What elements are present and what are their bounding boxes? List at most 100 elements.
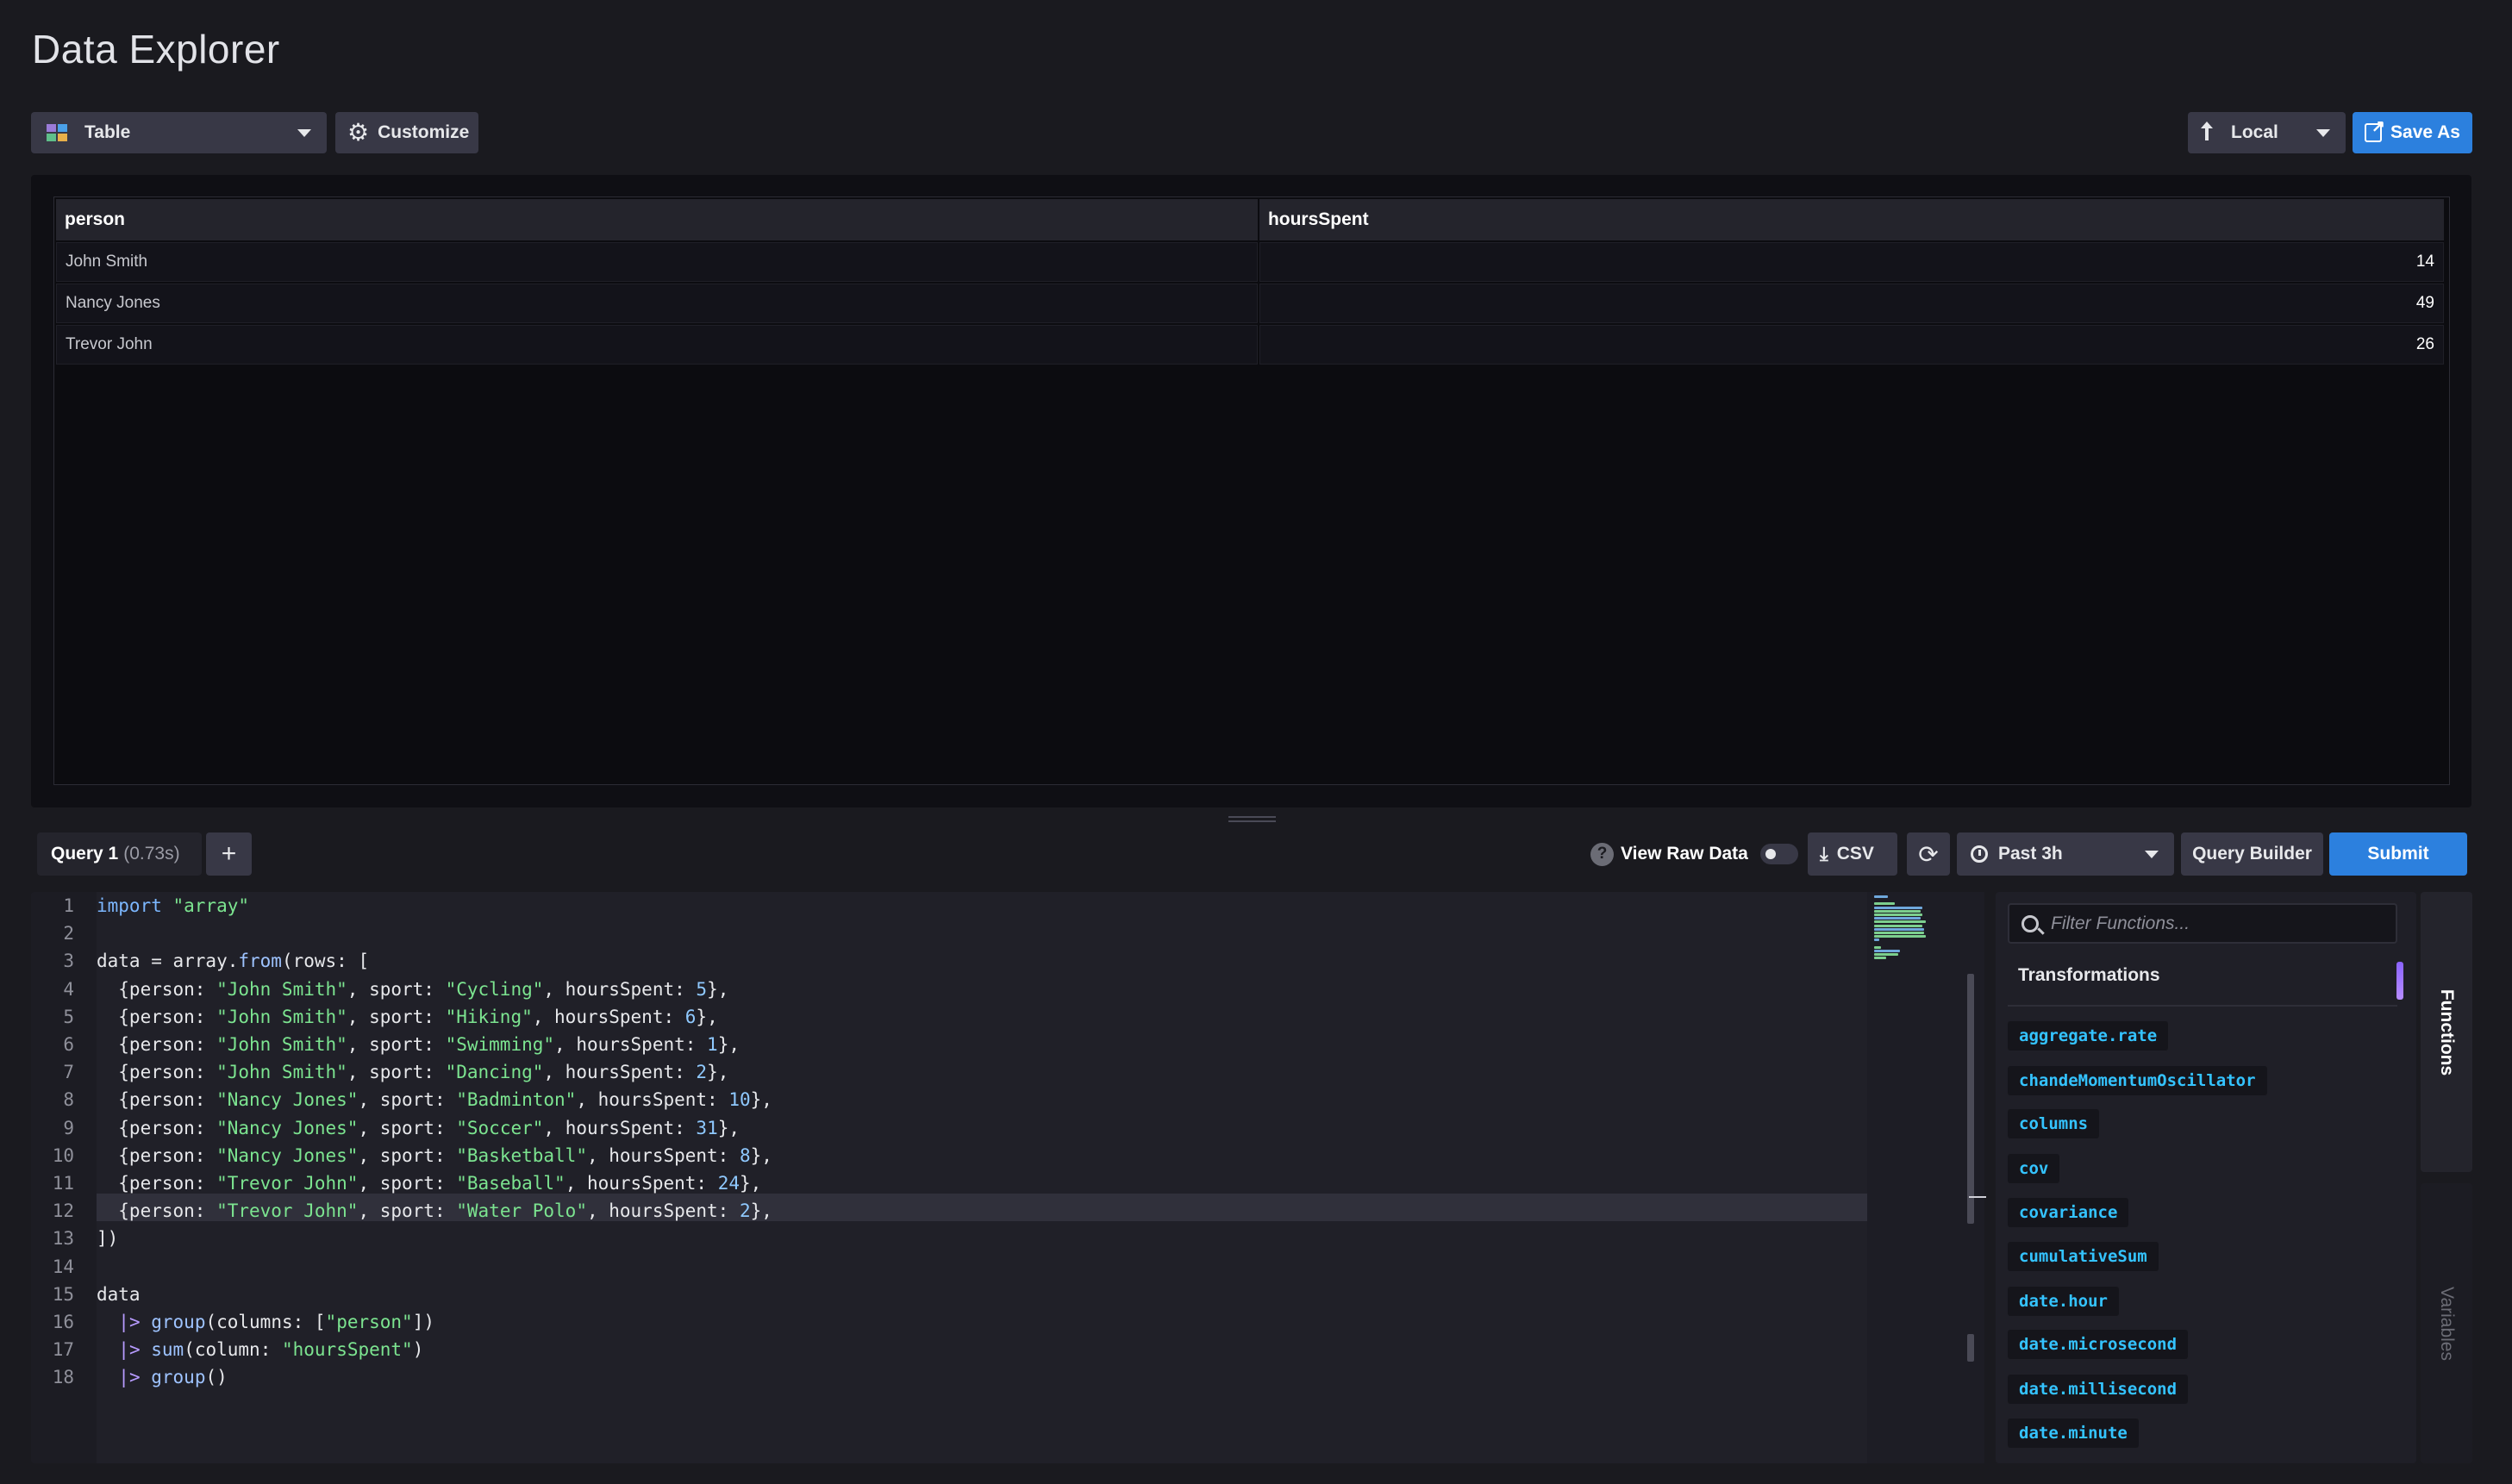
line-number: 1 <box>63 895 74 916</box>
query-builder-button[interactable]: Query Builder <box>2181 832 2323 876</box>
search-icon <box>2021 914 2039 932</box>
raw-data-toggle[interactable] <box>1759 844 1798 864</box>
filter-functions-search[interactable] <box>2008 903 2397 944</box>
minimap-line <box>1874 932 1924 934</box>
line-number: 6 <box>63 1034 74 1055</box>
line-number: 8 <box>63 1089 74 1111</box>
code-line[interactable]: |> group() <box>97 1367 227 1387</box>
line-number: 12 <box>52 1200 74 1222</box>
chevron-down-icon <box>2316 129 2330 137</box>
line-number: 2 <box>63 923 74 945</box>
line-number: 4 <box>63 978 74 1000</box>
table-icon <box>47 124 67 141</box>
minimap-line <box>1874 913 1922 916</box>
visualization-type-dropdown[interactable]: Table <box>31 112 327 153</box>
csv-download-button[interactable]: ⤓ CSV <box>1808 832 1897 876</box>
help-icon[interactable]: ? <box>1590 842 1614 866</box>
editor-scrollbar-thumb[interactable] <box>1967 1334 1974 1362</box>
view-raw-data-control[interactable]: ? View Raw Data <box>1590 841 1798 867</box>
minimap-line <box>1874 953 1898 957</box>
function-item[interactable]: cumulativeSum <box>2008 1242 2159 1271</box>
minimap-line <box>1874 909 1921 913</box>
line-number: 11 <box>52 1173 74 1194</box>
customize-button[interactable]: ⚙ Customize <box>335 112 478 153</box>
column-header-hours-spent[interactable]: hoursSpent <box>1259 199 2444 240</box>
result-table: person hoursSpent John Smith 14 Nancy Jo… <box>53 196 2450 785</box>
code-line[interactable]: {person: "John Smith", sport: "Swimming"… <box>97 1034 740 1055</box>
save-as-button[interactable]: Save As <box>2353 112 2472 153</box>
table-row: Nancy Jones 49 <box>56 284 2444 323</box>
export-icon <box>2365 116 2385 142</box>
function-item[interactable]: date.hour <box>2008 1287 2119 1316</box>
code-line[interactable]: |> group(columns: ["person"]) <box>97 1312 434 1332</box>
code-line[interactable]: data <box>97 1284 141 1305</box>
function-item[interactable]: aggregate.rate <box>2008 1021 2169 1051</box>
tab-variables[interactable]: Variables <box>2421 1183 2472 1463</box>
minimap-line <box>1874 924 1922 927</box>
line-number: 18 <box>52 1367 74 1388</box>
query-tab-name: Query 1 <box>51 844 119 864</box>
gear-icon: ⚙ <box>347 119 370 146</box>
minimap-line <box>1874 920 1926 924</box>
minimap-line <box>1874 935 1926 938</box>
clock-icon <box>1971 845 1988 863</box>
code-line[interactable]: import "array" <box>97 895 249 916</box>
table-cell: 26 <box>1259 325 2444 365</box>
tab-variables-label: Variables <box>2437 1286 2457 1361</box>
code-line[interactable]: ]) <box>97 1228 118 1249</box>
chevron-down-icon <box>297 129 311 137</box>
code-line[interactable]: {person: "Nancy Jones", sport: "Badminto… <box>97 1089 772 1110</box>
table-cell: 49 <box>1259 284 2444 323</box>
code-line[interactable]: {person: "John Smith", sport: "Hiking", … <box>97 1007 717 1027</box>
function-item[interactable]: columns <box>2008 1109 2100 1138</box>
code-line[interactable]: {person: "Trevor John", sport: "Water Po… <box>97 1200 772 1221</box>
code-editor[interactable]: 1 import "array" 2 3 data = array.from(rows:… <box>31 892 1984 1463</box>
view-raw-data-label: View Raw Data <box>1621 844 1748 864</box>
line-number: 5 <box>63 1006 74 1027</box>
submit-button[interactable]: Submit <box>2329 832 2467 876</box>
query-tab-time: (0.73s) <box>123 844 180 864</box>
function-item[interactable]: date.microsecond <box>2008 1330 2189 1359</box>
customize-label: Customize <box>378 122 470 142</box>
timezone-dropdown[interactable]: Local <box>2188 112 2346 153</box>
table-cell: John Smith <box>56 242 1258 282</box>
table-row: John Smith 14 <box>56 242 2444 282</box>
editor-scrollbar[interactable] <box>1967 974 1974 1224</box>
line-number: 9 <box>63 1117 74 1138</box>
minimap-line <box>1874 906 1922 909</box>
code-line[interactable]: {person: "Nancy Jones", sport: "Basketba… <box>97 1145 772 1166</box>
table-row: Trevor John 26 <box>56 325 2444 365</box>
function-item[interactable]: covariance <box>2008 1198 2129 1227</box>
csv-label: CSV <box>1836 844 1874 864</box>
download-icon: ⤓ <box>1820 843 1828 864</box>
line-number: 14 <box>52 1256 74 1277</box>
code-line[interactable]: {person: "John Smith", sport: "Cycling",… <box>97 979 728 1000</box>
column-header-person[interactable]: person <box>56 199 1258 240</box>
line-number: 15 <box>52 1283 74 1305</box>
arrow-up-icon <box>2201 122 2213 140</box>
code-line[interactable]: data = array.from(rows: [ <box>97 951 369 971</box>
code-line[interactable]: {person: "Nancy Jones", sport: "Soccer",… <box>97 1118 740 1138</box>
refresh-button[interactable]: ⟳ <box>1907 832 1950 876</box>
panel-resize-handle[interactable] <box>1228 816 1276 822</box>
side-tabs: Functions Variables <box>2421 892 2472 1463</box>
code-line[interactable]: {person: "John Smith", sport: "Dancing",… <box>97 1062 728 1082</box>
functions-scrollbar[interactable] <box>2396 962 2403 1000</box>
function-item[interactable]: date.millisecond <box>2008 1375 2189 1404</box>
minimap-line <box>1874 917 1921 920</box>
line-number: 3 <box>63 951 74 972</box>
add-query-button[interactable]: + <box>206 832 252 876</box>
function-item[interactable]: cov <box>2008 1154 2060 1183</box>
table-cell: Nancy Jones <box>56 284 1258 323</box>
tab-functions[interactable]: Functions <box>2421 892 2472 1172</box>
query-tab[interactable]: Query 1 (0.73s) <box>37 832 202 876</box>
table-cell: 14 <box>1259 242 2444 282</box>
code-line[interactable]: {person: "Trevor John", sport: "Baseball… <box>97 1173 761 1194</box>
code-line[interactable]: |> sum(column: "hoursSpent") <box>97 1339 423 1360</box>
function-item[interactable]: chandeMomentumOscillator <box>2008 1066 2267 1095</box>
minimap-line <box>1874 938 1879 942</box>
function-item[interactable]: date.minute <box>2008 1419 2139 1448</box>
time-range-dropdown[interactable]: Past 3h <box>1957 832 2174 876</box>
filter-functions-input[interactable] <box>2051 913 2378 934</box>
refresh-icon: ⟳ <box>1918 840 1939 868</box>
